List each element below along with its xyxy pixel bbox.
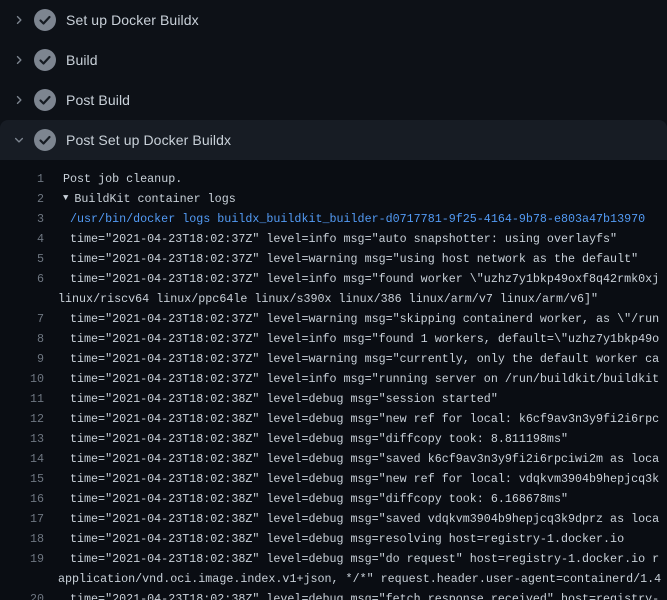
- log-line-text: time="2021-04-23T18:02:37Z" level=info m…: [70, 229, 617, 249]
- log-line-text: time="2021-04-23T18:02:37Z" level=warnin…: [70, 309, 659, 329]
- line-number[interactable]: 19: [0, 549, 44, 569]
- line-number[interactable]: 15: [0, 469, 44, 489]
- log-row: 1 Post job cleanup.: [0, 169, 667, 189]
- log-row: 18 time="2021-04-23T18:02:38Z" level=debu…: [0, 529, 667, 549]
- line-number[interactable]: 10: [0, 369, 44, 389]
- log-row: 19 time="2021-04-23T18:02:38Z" level=debu…: [0, 549, 667, 569]
- log-line-text: time="2021-04-23T18:02:38Z" level=debug …: [70, 589, 659, 600]
- log-line-text: time="2021-04-23T18:02:37Z" level=info m…: [70, 329, 659, 349]
- step-row-build[interactable]: Build: [0, 40, 667, 80]
- chevron-right-icon: [13, 14, 25, 26]
- workflow-steps-list: Set up Docker Buildx Build: [0, 0, 667, 160]
- line-number[interactable]: 17: [0, 509, 44, 529]
- chevron-right-icon: [13, 94, 25, 106]
- line-number[interactable]: 11: [0, 389, 44, 409]
- log-line-text: time="2021-04-23T18:02:38Z" level=debug …: [70, 469, 659, 489]
- check-circle-icon: [34, 49, 56, 71]
- log-line-text: time="2021-04-23T18:02:37Z" level=warnin…: [70, 249, 638, 269]
- log-line-text: Post job cleanup.: [63, 169, 182, 189]
- log-row: 17 time="2021-04-23T18:02:38Z" level=debu…: [0, 509, 667, 529]
- line-number[interactable]: 2: [0, 189, 44, 209]
- line-number[interactable]: 3: [0, 209, 44, 229]
- line-number[interactable]: 18: [0, 529, 44, 549]
- log-row: 5 time="2021-04-23T18:02:37Z" level=warni…: [0, 249, 667, 269]
- check-circle-icon: [34, 89, 56, 111]
- log-line-text: application/vnd.oci.image.index.v1+json,…: [58, 569, 661, 589]
- log-row: 12 time="2021-04-23T18:02:38Z" level=debu…: [0, 409, 667, 429]
- log-row: 6 time="2021-04-23T18:02:37Z" level=info …: [0, 269, 667, 289]
- line-number[interactable]: 9: [0, 349, 44, 369]
- line-number[interactable]: 7: [0, 309, 44, 329]
- log-row: 9 time="2021-04-23T18:02:37Z" level=warni…: [0, 349, 667, 369]
- log-line-text: linux/riscv64 linux/ppc64le linux/s390x …: [58, 289, 598, 309]
- log-row: 10 time="2021-04-23T18:02:37Z" level=info…: [0, 369, 667, 389]
- log-row: 14 time="2021-04-23T18:02:38Z" level=debu…: [0, 449, 667, 469]
- log-line-text: time="2021-04-23T18:02:38Z" level=debug …: [70, 429, 568, 449]
- log-row: application/vnd.oci.image.index.v1+json,…: [0, 569, 667, 589]
- log-lines: 1 Post job cleanup. 2 ▼ BuildKit container l…: [0, 160, 667, 600]
- log-row: 16 time="2021-04-23T18:02:38Z" level=debu…: [0, 489, 667, 509]
- check-circle-icon: [34, 129, 56, 151]
- log-row: 15 time="2021-04-23T18:02:38Z" level=debu…: [0, 469, 667, 489]
- line-number[interactable]: 14: [0, 449, 44, 469]
- log-line-text: time="2021-04-23T18:02:38Z" level=debug …: [70, 549, 659, 569]
- log-line-text: time="2021-04-23T18:02:37Z" level=info m…: [70, 369, 659, 389]
- step-row-post-set-up-docker-buildx[interactable]: Post Set up Docker Buildx: [0, 120, 667, 160]
- log-row: linux/riscv64 linux/ppc64le linux/s390x …: [0, 289, 667, 309]
- log-line-text: time="2021-04-23T18:02:37Z" level=warnin…: [70, 349, 659, 369]
- log-group-label[interactable]: BuildKit container logs: [74, 189, 235, 209]
- log-row: 13 time="2021-04-23T18:02:38Z" level=debu…: [0, 429, 667, 449]
- log-row: 11 time="2021-04-23T18:02:38Z" level=debu…: [0, 389, 667, 409]
- log-line-text: time="2021-04-23T18:02:38Z" level=debug …: [70, 389, 498, 409]
- line-number[interactable]: 1: [0, 169, 44, 189]
- chevron-down-icon: [13, 134, 25, 146]
- log-line-text: time="2021-04-23T18:02:37Z" level=info m…: [70, 269, 659, 289]
- line-number[interactable]: 16: [0, 489, 44, 509]
- chevron-right-icon: [13, 54, 25, 66]
- log-command-text: /usr/bin/docker logs buildx_buildkit_bui…: [70, 209, 645, 229]
- line-number: [0, 569, 44, 589]
- step-label: Build: [66, 52, 98, 68]
- step-label: Set up Docker Buildx: [66, 12, 199, 28]
- step-row-post-build[interactable]: Post Build: [0, 80, 667, 120]
- log-row: 4 time="2021-04-23T18:02:37Z" level=info …: [0, 229, 667, 249]
- log-row: 3/usr/bin/docker logs buildx_buildkit_bu…: [0, 209, 667, 229]
- log-line-text: time="2021-04-23T18:02:38Z" level=debug …: [70, 509, 659, 529]
- line-number[interactable]: 6: [0, 269, 44, 289]
- line-number[interactable]: 12: [0, 409, 44, 429]
- log-row: 20 time="2021-04-23T18:02:38Z" level=debu…: [0, 589, 667, 600]
- log-line-text: time="2021-04-23T18:02:38Z" level=debug …: [70, 529, 624, 549]
- step-row-set-up-docker-buildx[interactable]: Set up Docker Buildx: [0, 0, 667, 40]
- line-number: [0, 289, 44, 309]
- check-circle-icon: [34, 9, 56, 31]
- line-number[interactable]: 4: [0, 229, 44, 249]
- line-number[interactable]: 5: [0, 249, 44, 269]
- collapse-triangle-icon[interactable]: ▼: [63, 189, 68, 208]
- line-number[interactable]: 13: [0, 429, 44, 449]
- log-line-text: time="2021-04-23T18:02:38Z" level=debug …: [70, 489, 568, 509]
- log-row: 7 time="2021-04-23T18:02:37Z" level=warni…: [0, 309, 667, 329]
- line-number[interactable]: 20: [0, 589, 44, 600]
- log-row: 8 time="2021-04-23T18:02:37Z" level=info …: [0, 329, 667, 349]
- line-number[interactable]: 8: [0, 329, 44, 349]
- step-label: Post Set up Docker Buildx: [66, 132, 231, 148]
- log-row: 2 ▼ BuildKit container logs: [0, 189, 667, 209]
- step-label: Post Build: [66, 92, 130, 108]
- log-line-text: time="2021-04-23T18:02:38Z" level=debug …: [70, 409, 659, 429]
- log-line-text: time="2021-04-23T18:02:38Z" level=debug …: [70, 449, 659, 469]
